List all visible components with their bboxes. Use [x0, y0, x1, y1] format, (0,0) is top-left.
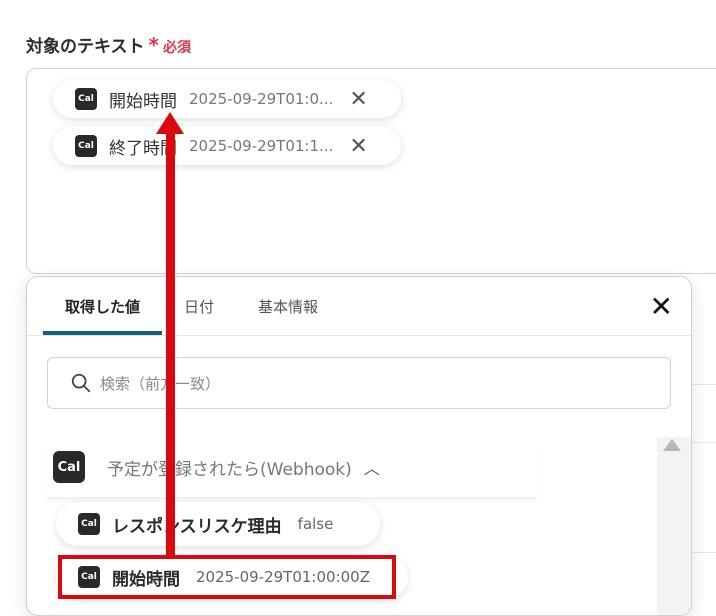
variable-chip-start-time[interactable]: Cal 開始時間 2025-09-29T01:0... ✕ — [53, 80, 401, 118]
scroll-up-icon[interactable] — [663, 439, 681, 451]
variable-chip-end-time[interactable]: Cal 終了時間 2025-09-29T01:1... ✕ — [53, 127, 401, 165]
close-icon[interactable]: ✕ — [650, 293, 673, 321]
tab-divider — [27, 335, 691, 336]
chevron-up-icon[interactable]: ︿ — [364, 455, 380, 479]
tab-bar: 取得した値 日付 基本情報 — [43, 277, 340, 335]
scrollbar[interactable] — [657, 437, 691, 615]
cal-app-icon: Cal — [75, 135, 97, 157]
item-value: false — [297, 515, 334, 533]
cal-app-icon: Cal — [53, 451, 85, 483]
target-text-input[interactable]: Cal 開始時間 2025-09-29T01:0... ✕ Cal 終了時間 2… — [26, 68, 716, 274]
tab-basic-info[interactable]: 基本情報 — [236, 277, 340, 335]
trigger-group-header[interactable]: Cal 予定が登録されたら(Webhook) ︿ — [41, 437, 541, 497]
annotation-arrow-head — [156, 112, 184, 134]
value-item-reschedule-reason[interactable]: Cal レスポンスリスケ理由 false — [56, 502, 380, 546]
annotation-highlight-box — [58, 555, 396, 599]
search-icon — [71, 373, 91, 393]
background-divider — [692, 442, 716, 443]
chip-name: 開始時間 — [109, 91, 177, 112]
close-icon[interactable]: ✕ — [349, 87, 367, 112]
required-mark: * — [148, 33, 159, 57]
close-icon[interactable]: ✕ — [349, 134, 367, 159]
cal-app-icon: Cal — [78, 513, 100, 535]
cal-app-icon: Cal — [75, 88, 97, 110]
background-divider — [692, 552, 716, 553]
item-name: レスポンスリスケ理由 — [112, 516, 282, 537]
field-label-text: 対象のテキスト — [26, 37, 145, 57]
chip-value: 2025-09-29T01:1... — [189, 137, 334, 155]
background-divider — [692, 384, 716, 385]
chip-value: 2025-09-29T01:0... — [189, 90, 334, 108]
search-placeholder: 検索（前方一致） — [100, 374, 221, 393]
search-input[interactable]: 検索（前方一致） — [47, 357, 671, 409]
group-title: 予定が登録されたら(Webhook) — [107, 459, 352, 480]
annotation-arrow-line — [166, 126, 175, 556]
field-label: 対象のテキスト * 必須 — [26, 32, 191, 57]
tab-retrieved-values[interactable]: 取得した値 — [43, 277, 163, 335]
required-text: 必須 — [162, 40, 191, 56]
